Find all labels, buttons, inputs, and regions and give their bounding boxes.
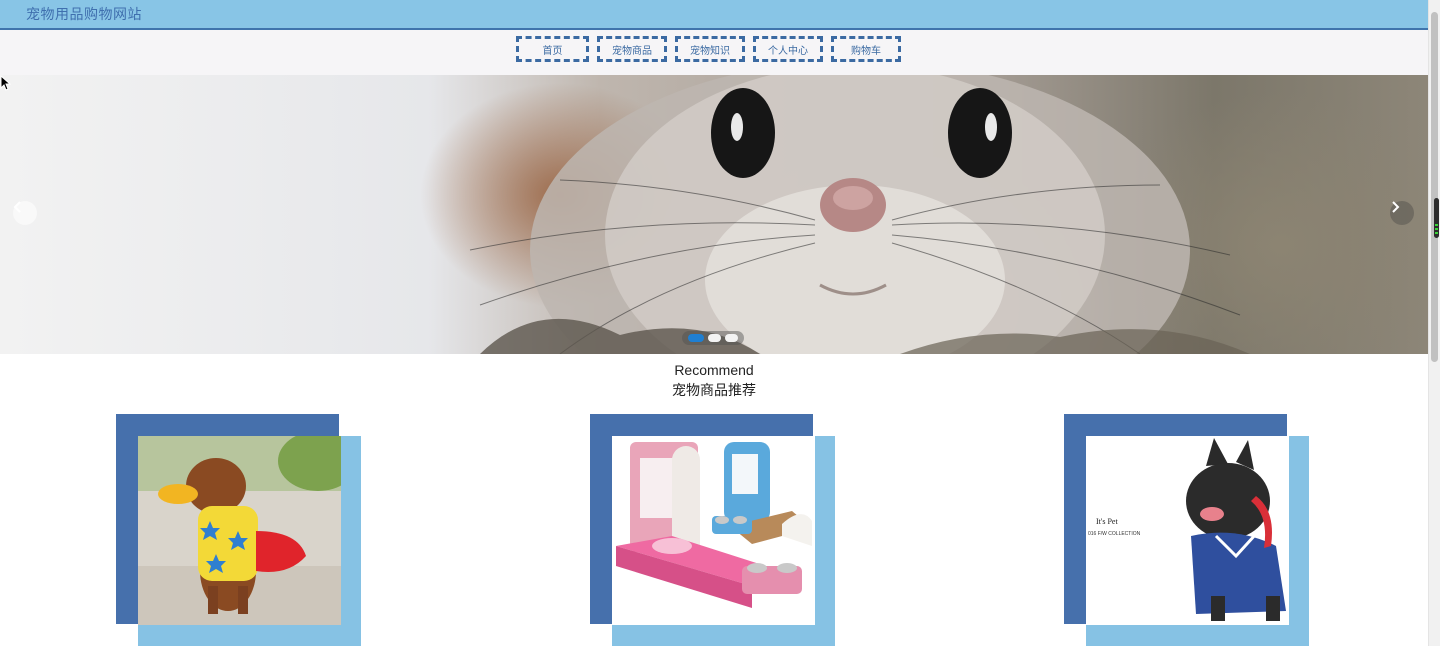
page-scrollbar[interactable] xyxy=(1428,0,1440,646)
carousel-prev-button[interactable] xyxy=(13,201,37,225)
carousel-dot-2[interactable] xyxy=(708,334,721,342)
chevron-left-icon xyxy=(13,201,21,213)
nav-item-pet-products[interactable]: 宠物商品 xyxy=(597,36,667,62)
product-image-pet-bed[interactable] xyxy=(612,436,815,625)
nav-item-cart[interactable]: 购物车 xyxy=(831,36,901,62)
french-bulldog-illustration: It's Pet 016 F/W COLLECTION xyxy=(1086,436,1289,625)
scrollbar-thumb[interactable] xyxy=(1431,12,1438,362)
svg-text:It's Pet: It's Pet xyxy=(1096,517,1118,526)
carousel-next-button[interactable] xyxy=(1390,201,1414,225)
carousel-dot-1[interactable] xyxy=(688,334,704,342)
carousel-dot-3[interactable] xyxy=(725,334,738,342)
banner-carousel xyxy=(0,75,1428,354)
nav-item-pet-knowledge[interactable]: 宠物知识 xyxy=(675,36,745,62)
page: 宠物用品购物网站 首页 宠物商品 宠物知识 个人中心 购物车 Recommend… xyxy=(0,0,1428,646)
site-title[interactable]: 宠物用品购物网站 xyxy=(26,4,142,24)
nav-item-personal-center[interactable]: 个人中心 xyxy=(753,36,823,62)
mouse-cursor-icon xyxy=(0,75,12,91)
main-nav: 首页 宠物商品 宠物知识 个人中心 购物车 xyxy=(0,30,1428,75)
product-card[interactable] xyxy=(590,414,835,646)
poodle-illustration xyxy=(138,436,341,625)
svg-text:016 F/W COLLECTION: 016 F/W COLLECTION xyxy=(1088,531,1141,537)
top-header-bar: 宠物用品购物网站 xyxy=(0,0,1428,30)
recommend-heading-cn: 宠物商品推荐 xyxy=(672,382,756,398)
carousel-pagination xyxy=(682,331,744,345)
nav-item-home[interactable]: 首页 xyxy=(516,36,589,62)
flying-squirrel-photo xyxy=(469,75,1250,354)
nav-list: 首页 宠物商品 宠物知识 个人中心 购物车 xyxy=(516,36,901,62)
recommend-heading-en: Recommend xyxy=(674,362,754,378)
product-card[interactable] xyxy=(116,414,361,646)
product-card[interactable]: It's Pet 016 F/W COLLECTION xyxy=(1064,414,1309,646)
product-image-french-bulldog[interactable]: It's Pet 016 F/W COLLECTION xyxy=(1086,436,1289,625)
product-image-poodle[interactable] xyxy=(138,436,341,625)
pet-bed-illustration xyxy=(612,436,815,625)
chevron-right-icon xyxy=(1392,201,1400,213)
scroll-indicator-icon xyxy=(1434,198,1439,238)
